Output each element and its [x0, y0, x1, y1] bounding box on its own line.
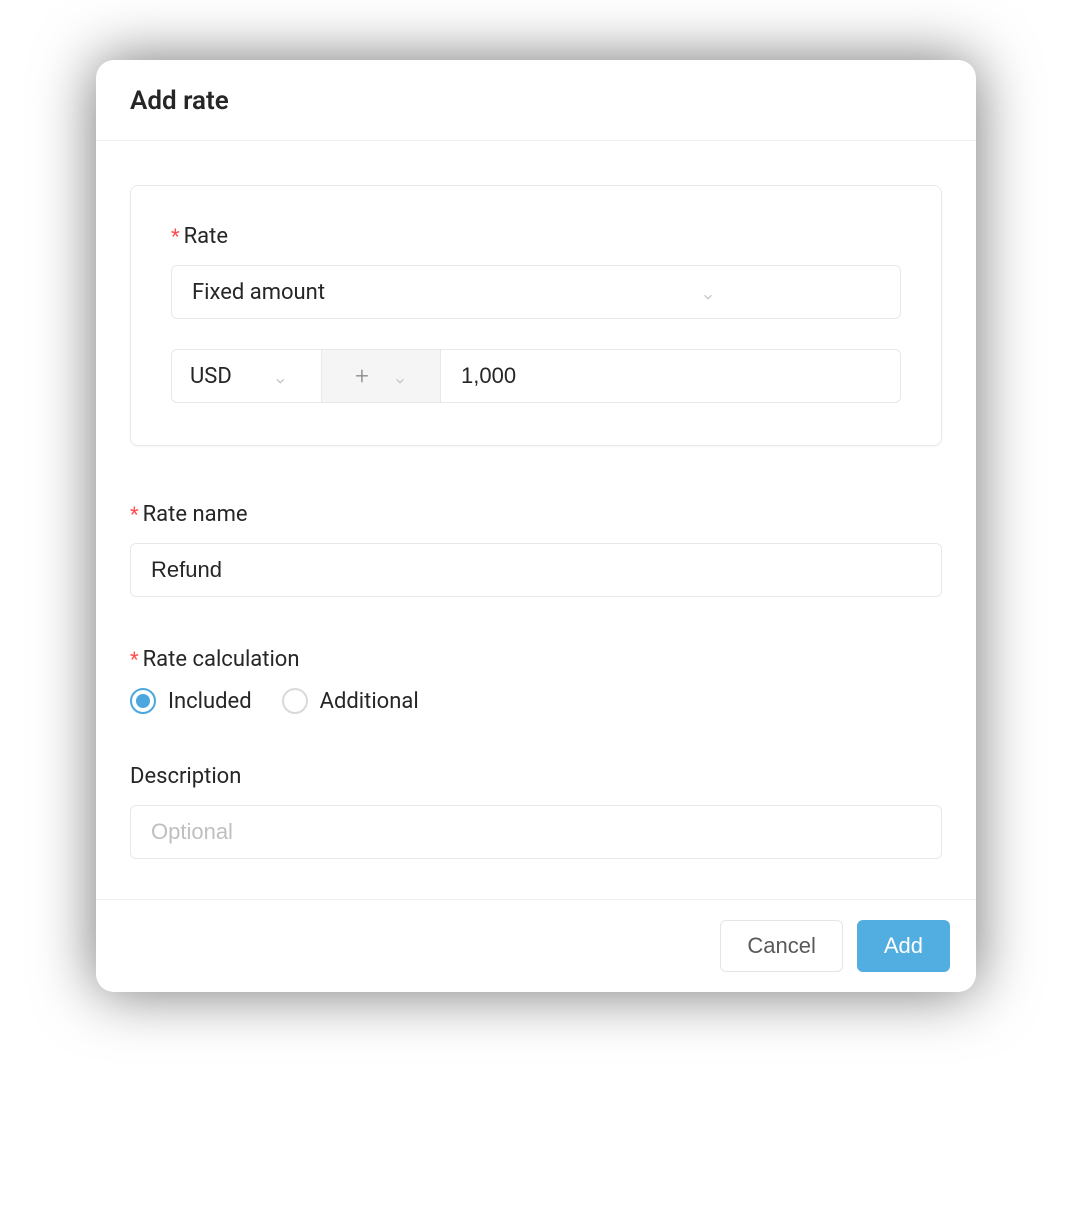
chevron-down-icon	[393, 369, 407, 383]
radio-additional[interactable]: Additional	[282, 688, 419, 714]
rate-name-input[interactable]	[130, 543, 942, 597]
rate-card: *Rate Fixed amount USD +	[130, 185, 942, 446]
radio-included[interactable]: Included	[130, 688, 252, 714]
chevron-down-icon	[536, 285, 880, 299]
required-star-icon: *	[130, 647, 139, 671]
plus-icon: +	[355, 362, 369, 390]
modal-body: *Rate Fixed amount USD +	[96, 141, 976, 899]
rate-calculation-label: *Rate calculation	[130, 647, 942, 672]
rate-name-field: *Rate name	[130, 502, 942, 597]
modal-header: Add rate	[96, 60, 976, 141]
rate-type-select[interactable]: Fixed amount	[171, 265, 901, 319]
sign-select[interactable]: +	[321, 349, 441, 403]
description-label: Description	[130, 764, 942, 789]
rate-calculation-field: *Rate calculation Included Additional	[130, 647, 942, 714]
required-star-icon: *	[130, 502, 139, 526]
required-star-icon: *	[171, 224, 180, 248]
radio-unchecked-icon	[282, 688, 308, 714]
cancel-button[interactable]: Cancel	[720, 920, 842, 972]
rate-type-value: Fixed amount	[192, 280, 536, 305]
add-button[interactable]: Add	[857, 920, 950, 972]
radio-included-label: Included	[168, 689, 252, 714]
radio-checked-icon	[130, 688, 156, 714]
amount-row: USD +	[171, 349, 901, 403]
currency-value: USD	[190, 364, 237, 389]
modal-title: Add rate	[130, 86, 942, 116]
description-input[interactable]	[130, 805, 942, 859]
rate-calculation-radio-group: Included Additional	[130, 688, 942, 714]
chevron-down-icon	[257, 369, 304, 383]
add-rate-modal: Add rate *Rate Fixed amount USD	[96, 60, 976, 992]
currency-select[interactable]: USD	[171, 349, 321, 403]
radio-additional-label: Additional	[320, 689, 419, 714]
rate-name-label: *Rate name	[130, 502, 942, 527]
amount-input[interactable]	[441, 349, 901, 403]
modal-footer: Cancel Add	[96, 899, 976, 992]
rate-label: *Rate	[171, 224, 901, 249]
description-field: Description	[130, 764, 942, 859]
